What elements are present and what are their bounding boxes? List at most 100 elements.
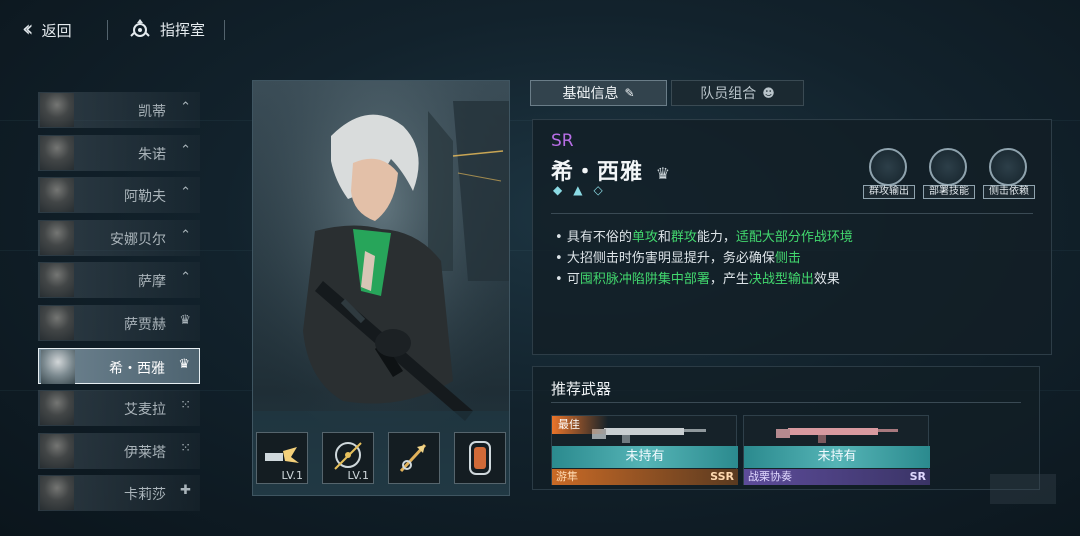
faint-background-panel <box>990 474 1056 504</box>
skill-slot-1[interactable]: LV.1 <box>256 432 308 484</box>
top-bar: ‹‹ 返回 指挥室 <box>0 0 1080 60</box>
character-name: 希・西雅 ♛ <box>551 154 671 186</box>
rank-chevron-icon: ⌃ <box>180 270 191 286</box>
description-line: • 可囤积脉冲陷阱集中部署，产生决战型输出效果 <box>555 269 853 290</box>
tag-icons: ◆ ▲ ◇ <box>553 183 603 197</box>
roster-item[interactable]: 凯蒂 ⌃ <box>38 92 200 128</box>
role-label: 群攻输出 <box>863 185 915 199</box>
role-label: 侧击依赖 <box>983 185 1035 199</box>
roster-name: 伊莱塔 <box>124 444 166 461</box>
breadcrumb-command-room[interactable]: 指挥室 <box>128 17 205 41</box>
bullet: • <box>555 230 567 245</box>
skill-slot-2[interactable]: LV.1 <box>322 432 374 484</box>
roster-item[interactable]: 伊莱塔 ⁙ <box>38 432 200 469</box>
divider <box>107 20 108 40</box>
roster-item[interactable]: 萨贾赫 ♛ <box>38 304 200 341</box>
shield-icon: ◆ <box>553 183 563 197</box>
character-info-panel: SR 希・西雅 ♛ ◆ ▲ ◇ 群攻输出 部署技能 侧击依赖 • 具有不俗的单攻… <box>532 119 1052 355</box>
triangle-icon: ▲ <box>573 183 583 197</box>
role-badge-flank[interactable]: 侧击依赖 <box>981 146 1035 200</box>
role-label: 部署技能 <box>923 185 975 199</box>
crown-icon: ♛ <box>655 164 672 183</box>
role-badge-deploy[interactable]: 部署技能 <box>921 146 975 200</box>
rank-chevron-icon: ⌃ <box>180 185 191 201</box>
roster-item[interactable]: 希・西雅 ♛ <box>38 347 200 384</box>
deploy-skill-icon <box>929 148 967 186</box>
avatar <box>40 305 74 340</box>
character-description: • 具有不俗的单攻和群攻能力，适配大部分作战环境 • 大招侧击时伤害明显提升，务必… <box>555 227 853 290</box>
roster-item[interactable]: 朱诺 ⌃ <box>38 134 200 171</box>
weapon-name-bar: 游隼 SSR <box>552 469 738 485</box>
weapon-rarity: SR <box>909 470 926 483</box>
roster-name: 安娜贝尔 <box>110 231 166 248</box>
highlight-text: 侧击 <box>774 251 801 266</box>
bullet: • <box>555 251 567 266</box>
skill-slot-3[interactable] <box>388 432 440 484</box>
description-text: ，产生 <box>709 272 749 287</box>
arrow-strike-icon <box>399 443 427 473</box>
roster-name: 阿勒夫 <box>124 189 166 206</box>
character-roster: 凯蒂 ⌃ 朱诺 ⌃ 阿勒夫 ⌃ 安娜贝尔 ⌃ 萨摩 ⌃ 萨贾赫 ♛ 希・西雅 ♛ 艾麦拉 ⁙ 伊莱塔 ⁙ 卡莉莎 ✚ <box>38 92 200 518</box>
flank-icon <box>989 148 1027 186</box>
rifle-icon <box>776 428 898 443</box>
roster-name: 艾麦拉 <box>124 402 166 419</box>
bullet: • <box>555 272 567 287</box>
tab-label: 基础信息 <box>562 86 619 102</box>
weapon-status: 未持有 <box>552 446 738 468</box>
role-badge-aoe[interactable]: 群攻输出 <box>861 146 915 200</box>
character-name-text: 希・西雅 <box>551 160 644 185</box>
weapon-status: 未持有 <box>744 446 930 468</box>
weapon-card-1[interactable]: 最佳 未持有 游隼 SSR <box>551 415 738 485</box>
highlight-text: 适配大部分作战环境 <box>735 230 853 245</box>
roster-name: 卡莉莎 <box>124 487 166 504</box>
command-room-icon <box>130 19 150 37</box>
tab-label: 队员组合 <box>700 86 757 102</box>
weapon-card-2[interactable]: 未持有 战栗协奏 SR <box>743 415 930 485</box>
crown-icon: ♛ <box>178 356 190 372</box>
roster-name: 萨摩 <box>138 274 166 291</box>
highlight-text: 决战型输出 <box>748 272 814 287</box>
back-button[interactable]: ‹‹ 返回 <box>22 18 72 42</box>
avatar <box>40 178 74 213</box>
diamond-icon: ◇ <box>593 183 603 197</box>
command-room-label: 指挥室 <box>160 20 206 39</box>
roster-item[interactable]: 卡莉莎 ✚ <box>38 475 200 512</box>
aoe-attack-icon <box>869 148 907 186</box>
description-text: 能力， <box>696 230 736 245</box>
roster-item[interactable]: 安娜贝尔 ⌃ <box>38 219 200 256</box>
rank-chevron-icon: ⌃ <box>180 142 191 158</box>
plus-icon: ✚ <box>180 483 191 499</box>
avatar <box>40 476 74 511</box>
roster-item[interactable]: 萨摩 ⌃ <box>38 262 200 299</box>
description-line: • 大招侧击时伤害明显提升，务必确保侧击 <box>555 248 853 269</box>
description-line: • 具有不俗的单攻和群攻能力，适配大部分作战环境 <box>555 227 853 248</box>
description-text: 和 <box>657 230 671 245</box>
skill-level: LV.1 <box>281 469 303 482</box>
tab-team-combo[interactable]: 队员组合 ☻ <box>671 80 804 106</box>
weapon-name: 战栗协奏 <box>748 470 792 483</box>
description-text: 大招侧击时伤害明显提升，务必确保 <box>566 251 775 266</box>
weapon-rarity: SSR <box>710 470 734 483</box>
roster-item[interactable]: 阿勒夫 ⌃ <box>38 177 200 214</box>
skill-slot-4[interactable] <box>454 432 506 484</box>
highlight-text: 群攻 <box>670 230 697 245</box>
description-text: 可 <box>566 272 580 287</box>
avatar <box>40 391 74 426</box>
tab-basic-info[interactable]: 基础信息 ✎ <box>530 80 667 106</box>
skill-level: LV.1 <box>347 469 369 482</box>
weapon-name-bar: 战栗协奏 SR <box>744 469 930 485</box>
avatar <box>40 93 74 127</box>
role-badges: 群攻输出 部署技能 侧击依赖 <box>861 146 1035 202</box>
document-edit-icon: ✎ <box>624 86 635 100</box>
recommended-weapons-panel: 推荐武器 最佳 未持有 游隼 SSR 未持有 战栗协奏 SR <box>532 366 1040 490</box>
highlight-text: 囤积脉冲陷阱集中部署 <box>579 272 710 287</box>
avatar <box>41 349 75 384</box>
skill-bar: LV.1 LV.1 <box>256 432 508 488</box>
description-text: 效果 <box>813 272 840 287</box>
roster-item[interactable]: 艾麦拉 ⁙ <box>38 390 200 427</box>
avatar <box>40 220 74 255</box>
highlight-text: 单攻 <box>631 230 658 245</box>
roster-name: 萨贾赫 <box>124 316 166 333</box>
group-icon: ☻ <box>762 86 775 100</box>
rank-chevron-icon: ⌃ <box>180 227 191 243</box>
